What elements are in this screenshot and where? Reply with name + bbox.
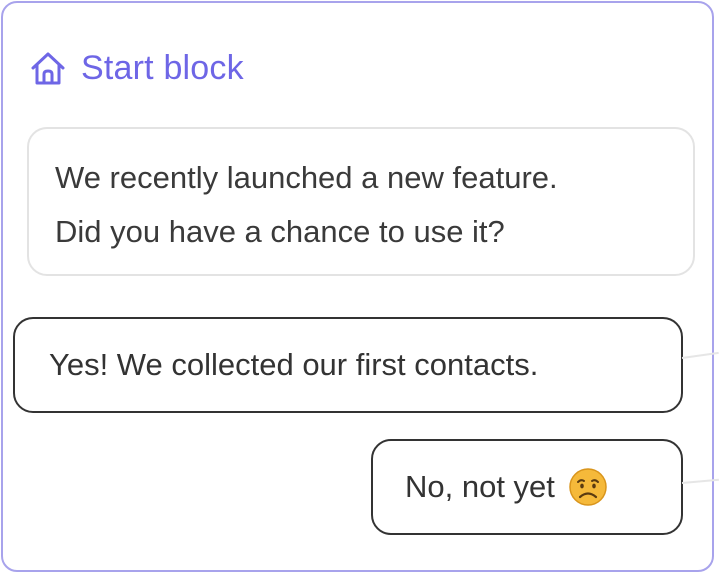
reply-label: No, not yet [405, 469, 555, 504]
reply-option-no[interactable]: No, not yet [371, 439, 683, 535]
reply-option-yes[interactable]: Yes! We collected our first contacts. [13, 317, 683, 413]
block-title: Start block [81, 49, 244, 87]
block-header: Start block [27, 47, 244, 89]
home-icon [31, 52, 65, 85]
bot-message: We recently launched a new feature. Did … [27, 127, 695, 276]
message-line: Did you have a chance to use it? [55, 214, 505, 249]
start-block-card[interactable]: Start block We recently launched a new f… [1, 1, 714, 572]
reply-label: Yes! We collected our first contacts. [49, 347, 539, 382]
message-line: We recently launched a new feature. [55, 160, 558, 195]
disappointed-face-icon [569, 468, 607, 506]
